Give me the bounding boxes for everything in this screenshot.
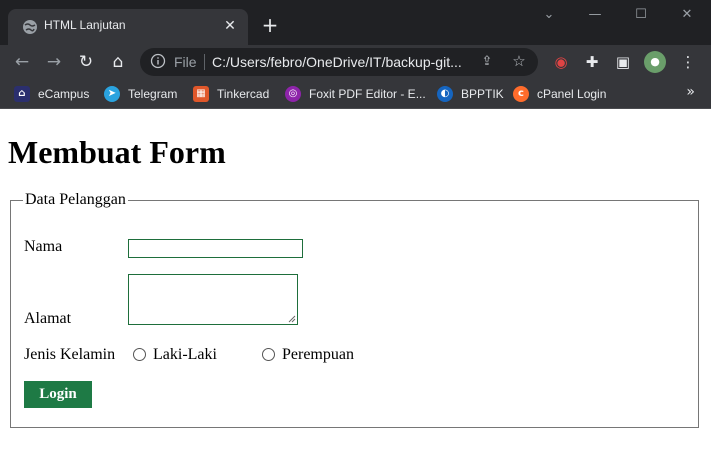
menu-kebab-icon[interactable]: ⋮ — [677, 51, 699, 73]
radio-perempuan[interactable] — [262, 348, 275, 361]
nama-input[interactable] — [128, 239, 303, 258]
url-text[interactable]: C:/Users/febro/OneDrive/IT/backup-git... — [212, 54, 470, 70]
bookmark-label: Telegram — [128, 87, 178, 101]
bookmark-star-icon[interactable]: ☆ — [510, 52, 528, 70]
cpanel-icon: c — [513, 86, 529, 102]
info-icon[interactable] — [150, 53, 166, 69]
home-icon[interactable]: ⌂ — [106, 50, 130, 74]
bookmark-tinkercad[interactable]: ▦ Tinkercad — [193, 85, 269, 103]
maximize-button[interactable]: ☐ — [626, 4, 656, 26]
bookmark-label: eCampus — [38, 87, 90, 101]
bookmark-bpptik[interactable]: ◐ BPPTIK — [437, 85, 504, 103]
page-content: Membuat Form Data Pelanggan Nama Alamat … — [0, 110, 711, 466]
globe-icon — [23, 20, 37, 34]
fieldset-legend: Data Pelanggan — [25, 191, 126, 208]
tinkercad-icon: ▦ — [193, 86, 209, 102]
bookmark-foxit[interactable]: ◎ Foxit PDF Editor - E... — [285, 85, 426, 103]
close-tab-icon[interactable]: ✕ — [220, 16, 240, 36]
share-icon[interactable]: ⇪ — [478, 53, 496, 71]
radio-laki-laki-label: Laki-Laki — [153, 346, 217, 363]
tab-search-icon[interactable]: ⌄ — [534, 4, 564, 26]
bookmark-label: cPanel Login — [537, 87, 607, 101]
url-separator — [204, 54, 205, 70]
bookmark-label: BPPTIK — [461, 87, 504, 101]
foxit-icon: ◎ — [285, 86, 301, 102]
bookmark-label: Tinkercad — [217, 87, 270, 101]
minimize-button[interactable]: — — [580, 4, 610, 26]
login-button[interactable]: Login — [24, 381, 92, 408]
bookmarks-bar: ⌂ eCampus ➤ Telegram ▦ Tinkercad ◎ Foxit… — [0, 79, 711, 109]
more-bookmarks-icon[interactable]: » — [686, 84, 695, 100]
extension-eye-icon[interactable]: ◉ — [550, 51, 572, 73]
alamat-textarea[interactable] — [128, 274, 298, 325]
extensions-puzzle-icon[interactable]: ✚ — [581, 51, 603, 73]
tab-title: HTML Lanjutan — [44, 18, 126, 32]
browser-toolbar: ← → ↻ ⌂ File C:/Users/febro/OneDrive/IT/… — [0, 45, 711, 79]
forward-icon[interactable]: → — [42, 50, 66, 74]
nama-label: Nama — [24, 238, 63, 255]
alamat-label: Alamat — [24, 310, 72, 327]
browser-titlebar: HTML Lanjutan ✕ + ⌄ — ☐ ✕ — [0, 0, 711, 45]
jenis-kelamin-label: Jenis Kelamin — [24, 346, 116, 363]
telegram-icon: ➤ — [104, 86, 120, 102]
browser-tab[interactable]: HTML Lanjutan ✕ — [8, 9, 248, 45]
resize-grip-icon[interactable] — [288, 315, 296, 323]
url-scheme-label: File — [174, 54, 197, 70]
bookmark-ecampus[interactable]: ⌂ eCampus — [14, 85, 89, 103]
bpptik-icon: ◐ — [437, 86, 453, 102]
radio-perempuan-label: Perempuan — [282, 346, 354, 363]
radio-laki-laki[interactable] — [133, 348, 146, 361]
bookmark-telegram[interactable]: ➤ Telegram — [104, 85, 177, 103]
ecampus-icon: ⌂ — [14, 86, 30, 102]
side-panel-icon[interactable]: ▣ — [612, 51, 634, 73]
back-icon[interactable]: ← — [10, 50, 34, 74]
address-bar[interactable]: File C:/Users/febro/OneDrive/IT/backup-g… — [140, 48, 538, 76]
profile-avatar[interactable]: ● — [644, 51, 666, 73]
bookmark-cpanel[interactable]: c cPanel Login — [513, 85, 606, 103]
page-title: Membuat Form — [8, 134, 226, 170]
close-window-button[interactable]: ✕ — [672, 4, 702, 26]
new-tab-button[interactable]: + — [258, 13, 282, 37]
reload-icon[interactable]: ↻ — [74, 50, 98, 74]
customer-fieldset: Data Pelanggan Nama Alamat Jenis Kelamin… — [10, 191, 699, 428]
bookmark-label: Foxit PDF Editor - E... — [309, 87, 426, 101]
